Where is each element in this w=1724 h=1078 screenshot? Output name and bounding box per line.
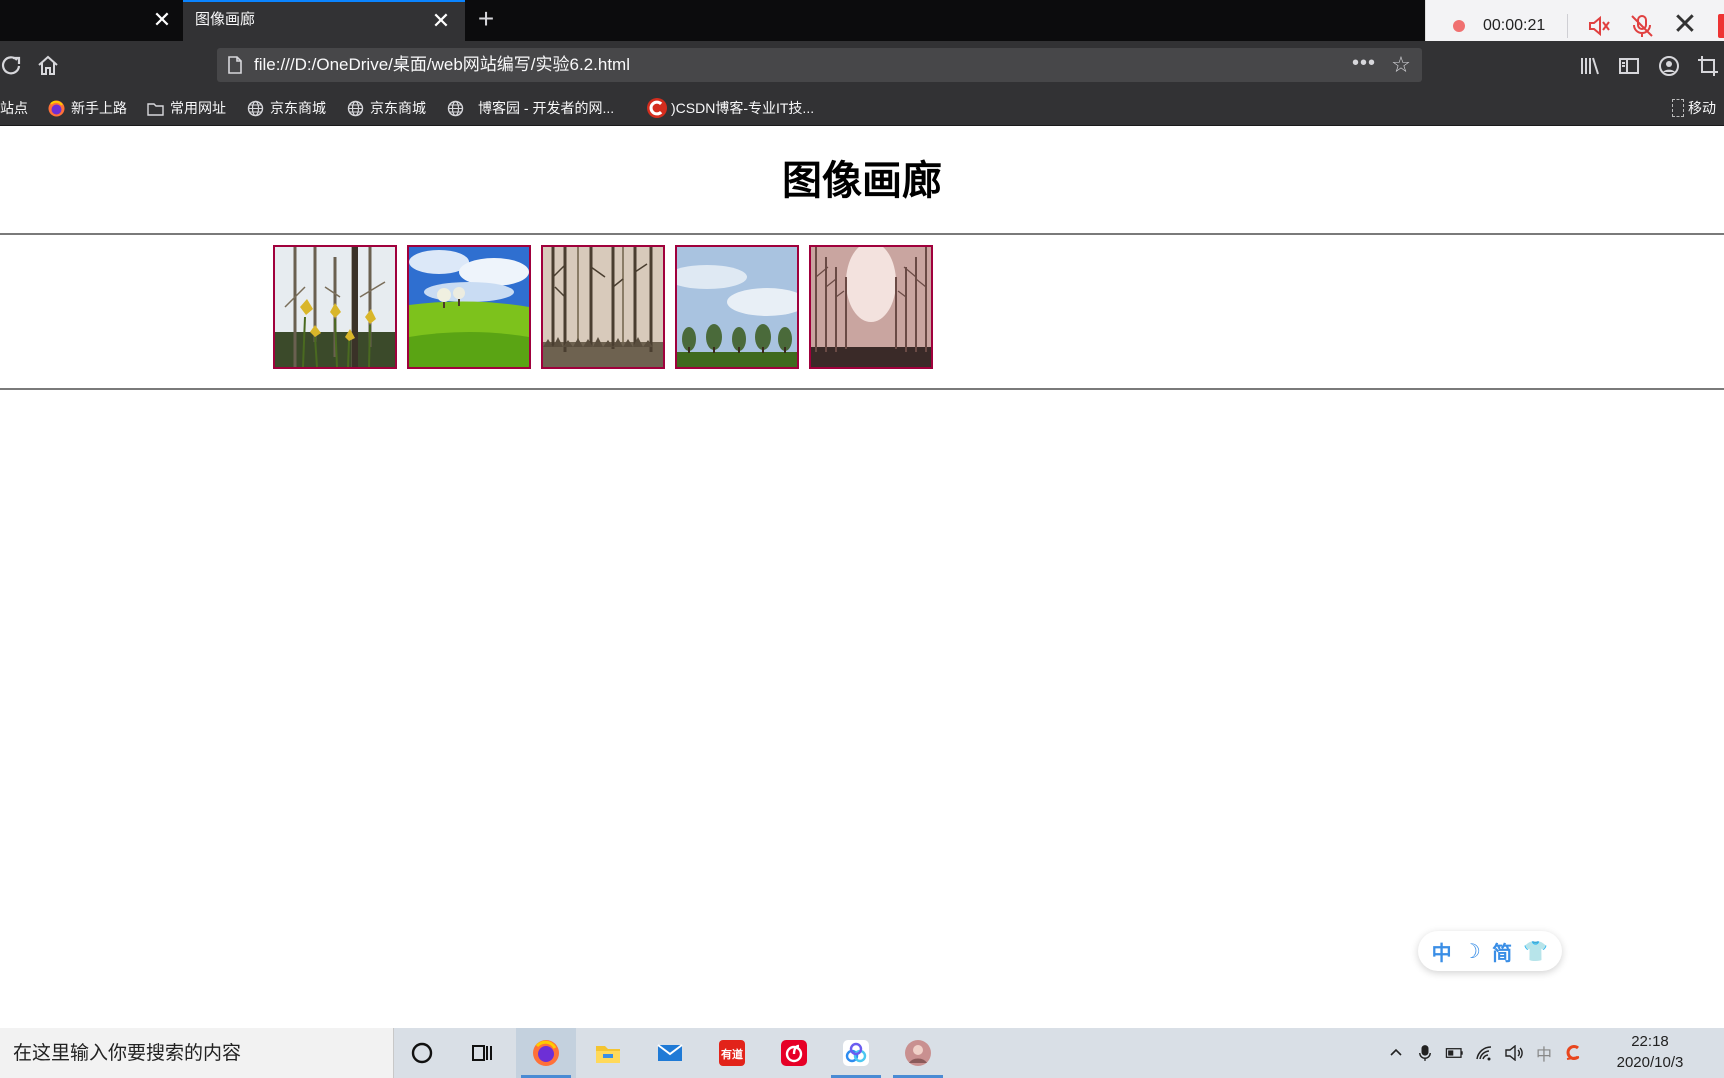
taskbar-baidu-netdisk[interactable] [826, 1028, 886, 1078]
windows-taskbar: 在这里输入你要搜索的内容 有道 中 22:18 2020/10/3 [0, 1028, 1724, 1078]
taskbar-mail[interactable] [640, 1028, 700, 1078]
battery-icon[interactable] [1444, 1041, 1466, 1065]
page-title: 图像画廊 [782, 158, 942, 204]
bookmark-label: 移动 [1688, 100, 1716, 116]
csdn-icon [647, 98, 667, 118]
url-text[interactable]: file:///D:/OneDrive/桌面/web网站编写/实验6.2.htm… [254, 55, 630, 75]
speaker-muted-icon[interactable] [1586, 13, 1612, 39]
page-icon [227, 56, 243, 74]
bookmark-most-visited[interactable]: 站点 [0, 90, 28, 126]
divider [1567, 14, 1568, 38]
netease-music-icon [781, 1040, 807, 1066]
library-icon[interactable] [1578, 54, 1602, 78]
record-stop-edge[interactable] [1718, 14, 1724, 38]
ime-halfwidth-moon-icon[interactable]: ☽ [1463, 939, 1481, 963]
gallery-thumbnail-pink-alley[interactable] [809, 245, 933, 369]
sogou-ime-icon[interactable] [1562, 1041, 1584, 1065]
new-tab-button[interactable]: + [471, 4, 501, 34]
input-language-indicator[interactable]: 中 [1533, 1041, 1555, 1065]
folder-icon [147, 102, 164, 116]
bookmark-label: 常用网址 [170, 100, 226, 116]
taskbar-file-explorer[interactable] [578, 1028, 638, 1078]
search-placeholder[interactable]: 在这里输入你要搜索的内容 [13, 1043, 241, 1065]
reload-icon[interactable] [0, 54, 22, 76]
page-content: 图像画廊 中 ☽ 简 👕 [0, 126, 1724, 1028]
bookmark-label: 站点 [0, 100, 28, 116]
gallery-thumbnail-row-of-trees[interactable] [675, 245, 799, 369]
svg-text:有道: 有道 [721, 1047, 743, 1061]
wifi-icon[interactable] [1474, 1041, 1496, 1065]
tab-title: 图像画廊 [195, 11, 256, 28]
globe-icon [247, 100, 264, 116]
close-icon[interactable]: ✕ [1671, 10, 1699, 40]
taskbar-firefox[interactable] [516, 1028, 576, 1078]
recording-timer: 00:00:21 [1483, 17, 1546, 34]
bookmark-label: 博客园 - 开发者的网... [478, 100, 615, 116]
divider [0, 388, 1724, 390]
task-view-icon[interactable] [452, 1028, 512, 1078]
page-actions-icon[interactable]: ••• [1349, 53, 1379, 74]
bookmark-label: 京东商城 [270, 100, 326, 116]
youdao-icon: 有道 [719, 1040, 745, 1066]
globe-icon [447, 100, 464, 116]
taskbar-search-box[interactable]: 在这里输入你要搜索的内容 [0, 1028, 394, 1078]
gallery-thumbnail-daffodils[interactable] [273, 245, 397, 369]
ime-simplified[interactable]: 简 [1492, 937, 1512, 966]
bookmark-folder-common-sites[interactable]: 常用网址 [147, 90, 226, 126]
ime-mode-chinese[interactable]: 中 [1432, 937, 1452, 966]
taskbar-clock[interactable]: 22:18 2020/10/3 [1600, 1031, 1700, 1073]
bookmarks-toolbar: 站点 新手上路 常用网址 京东商城 京东商城 博客园 - 开发者的网... )C… [0, 90, 1724, 126]
show-hidden-icons-chevron-icon[interactable] [1385, 1041, 1407, 1065]
firefox-icon [533, 1040, 559, 1066]
avatar-icon [905, 1040, 931, 1066]
bookmark-jd-1[interactable]: 京东商城 [247, 90, 326, 126]
bookmark-label: 京东商城 [370, 100, 426, 116]
screenshot-crop-icon[interactable] [1696, 54, 1720, 78]
tab-close-icon[interactable]: ✕ [150, 8, 174, 32]
gallery-thumbnail-misty-forest[interactable] [541, 245, 665, 369]
taskbar-photo-app[interactable] [888, 1028, 948, 1078]
tab-active[interactable]: 图像画廊 ✕ [183, 0, 465, 41]
bookmark-label: 新手上路 [71, 100, 127, 116]
divider [0, 233, 1724, 235]
recording-indicator-icon [1453, 20, 1465, 32]
clock-date: 2020/10/3 [1616, 1054, 1684, 1071]
account-icon[interactable] [1657, 54, 1681, 78]
home-icon[interactable] [36, 54, 60, 76]
ime-floating-toolbar[interactable]: 中 ☽ 简 👕 [1418, 931, 1562, 971]
bookmark-cnblogs[interactable]: 博客园 - 开发者的网... [447, 90, 614, 126]
tab-background[interactable]: ✕ [0, 0, 183, 41]
microphone-icon[interactable] [1414, 1041, 1436, 1065]
sidebar-icon[interactable] [1617, 54, 1641, 78]
navigation-toolbar: file:///D:/OneDrive/桌面/web网站编写/实验6.2.htm… [0, 41, 1724, 90]
mail-icon [657, 1044, 683, 1061]
bookmark-getting-started[interactable]: 新手上路 [48, 90, 127, 126]
mobile-bookmarks-icon [1672, 99, 1684, 117]
clock-time: 22:18 [1631, 1033, 1669, 1050]
url-bar[interactable]: file:///D:/OneDrive/桌面/web网站编写/实验6.2.htm… [217, 48, 1422, 82]
microphone-muted-icon[interactable] [1629, 13, 1655, 39]
bookmark-jd-2[interactable]: 京东商城 [347, 90, 426, 126]
taskbar-netease-music[interactable] [764, 1028, 824, 1078]
bookmark-label: )CSDN博客-专业IT技... [671, 100, 815, 116]
bookmark-mobile[interactable]: 移动 [1672, 90, 1716, 126]
taskbar-youdao[interactable]: 有道 [702, 1028, 762, 1078]
globe-icon [347, 100, 364, 116]
bookmark-star-icon[interactable]: ☆ [1389, 53, 1413, 77]
firefox-icon [48, 100, 65, 116]
cortana-icon[interactable] [392, 1028, 452, 1078]
ime-skin-shirt-icon[interactable]: 👕 [1523, 939, 1548, 963]
folder-icon [596, 1046, 620, 1063]
baidu-netdisk-icon [843, 1040, 869, 1066]
gallery-thumbnail-green-hill[interactable] [407, 245, 531, 369]
tab-close-icon[interactable]: ✕ [429, 9, 453, 33]
volume-icon[interactable] [1503, 1041, 1525, 1065]
bookmark-csdn[interactable]: )CSDN博客-专业IT技... [647, 90, 814, 126]
